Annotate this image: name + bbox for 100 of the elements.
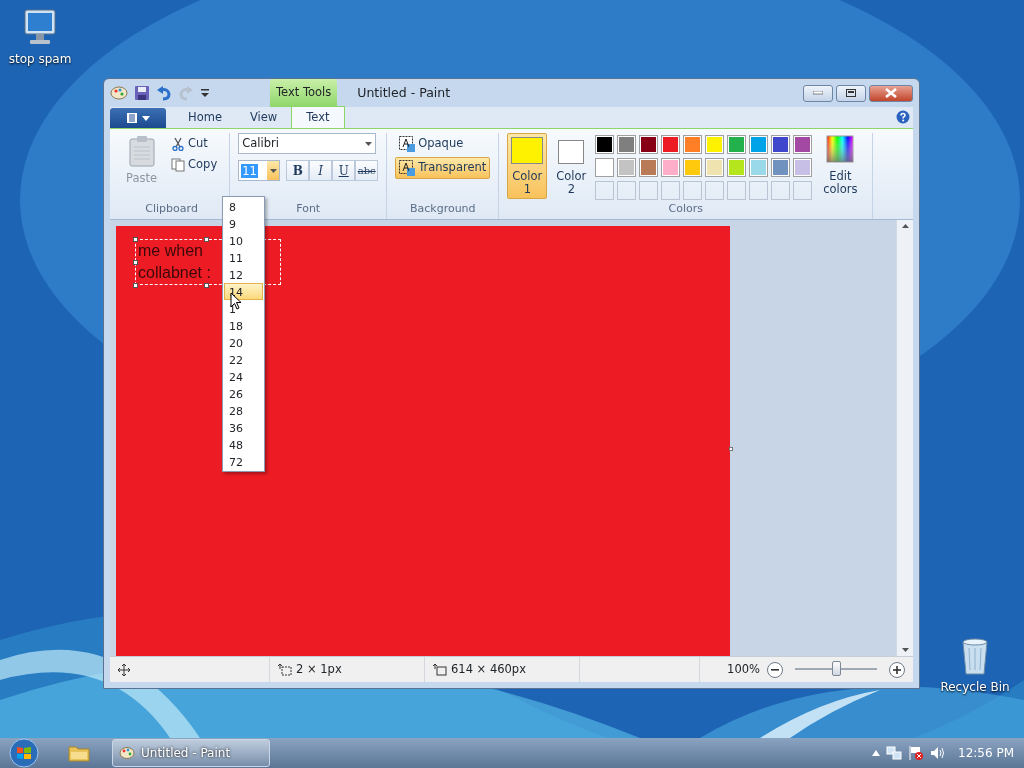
text-frame-icon bbox=[399, 159, 416, 176]
resize-handle[interactable] bbox=[133, 283, 138, 289]
font-size-option[interactable]: 72 bbox=[224, 453, 263, 470]
palette-swatch[interactable] bbox=[771, 158, 791, 178]
palette-swatch[interactable] bbox=[683, 158, 703, 178]
undo-icon[interactable] bbox=[156, 85, 172, 101]
font-size-option[interactable]: 48 bbox=[224, 436, 263, 453]
flag-icon[interactable] bbox=[908, 745, 924, 761]
palette-swatch[interactable] bbox=[771, 135, 791, 154]
scissors-icon bbox=[171, 136, 186, 151]
selection-size-icon bbox=[278, 663, 292, 676]
palette-swatch[interactable] bbox=[595, 158, 615, 178]
background-option[interactable]: Opaque bbox=[395, 133, 468, 155]
copy-button[interactable]: Copy bbox=[167, 154, 222, 176]
empty-swatch bbox=[661, 181, 681, 201]
zoom-in-button[interactable] bbox=[889, 661, 905, 678]
background-option[interactable]: Transparent bbox=[395, 157, 491, 179]
italic-button[interactable]: I bbox=[309, 160, 333, 181]
palette-swatch[interactable] bbox=[793, 158, 813, 178]
resize-handle[interactable] bbox=[729, 447, 733, 452]
bold-button[interactable]: B bbox=[286, 160, 310, 181]
save-icon[interactable] bbox=[134, 85, 150, 101]
font-size-option[interactable]: 24 bbox=[224, 368, 263, 385]
copy-icon bbox=[171, 157, 186, 172]
palette-swatch[interactable] bbox=[749, 158, 769, 178]
underline-button[interactable]: U bbox=[332, 160, 356, 181]
palette-swatch[interactable] bbox=[639, 135, 659, 154]
font-family-dropdown[interactable]: Calibri bbox=[238, 133, 377, 154]
desktop-icon-label[interactable]: Recycle Bin bbox=[940, 678, 1010, 696]
minus-icon bbox=[771, 668, 779, 671]
desktop-icon-label[interactable]: stop spam bbox=[8, 50, 72, 68]
spectrum-icon bbox=[826, 135, 855, 163]
maximize-icon bbox=[846, 89, 856, 97]
palette-swatch[interactable] bbox=[793, 135, 813, 154]
speaker-icon[interactable] bbox=[930, 745, 946, 761]
resize-handle[interactable] bbox=[133, 260, 138, 266]
palette-swatch[interactable] bbox=[617, 158, 637, 178]
group-label: Colors bbox=[668, 201, 704, 218]
edit-colors-button[interactable]: Edit colors bbox=[816, 133, 865, 202]
clipboard-icon bbox=[127, 135, 156, 167]
palette-swatch[interactable] bbox=[661, 135, 681, 154]
font-size-option[interactable]: 36 bbox=[224, 419, 263, 436]
palette-swatch[interactable] bbox=[661, 158, 681, 178]
window-title: Untitled - Paint bbox=[357, 83, 451, 102]
context-tab-label: Text Tools bbox=[270, 79, 338, 107]
empty-swatch bbox=[595, 181, 615, 201]
move-cursor-icon bbox=[118, 663, 130, 676]
maximize-button[interactable] bbox=[836, 84, 866, 102]
customize-caret-icon[interactable] bbox=[200, 88, 210, 98]
canvas-size-text: 614 × 460px bbox=[451, 661, 526, 679]
strike-button[interactable]: abc bbox=[355, 160, 379, 181]
font-size-option[interactable]: 18 bbox=[224, 317, 263, 334]
palette-swatch[interactable] bbox=[683, 135, 703, 154]
empty-swatch bbox=[639, 181, 659, 201]
resize-handle[interactable] bbox=[204, 237, 209, 243]
ribbon-tab[interactable]: Home bbox=[174, 108, 236, 128]
font-size-option[interactable]: 12 bbox=[224, 266, 263, 283]
palette-swatch[interactable] bbox=[617, 135, 637, 154]
palette-swatch[interactable] bbox=[749, 135, 769, 154]
zoom-out-button[interactable] bbox=[767, 661, 783, 678]
network-icon[interactable] bbox=[886, 745, 902, 761]
close-icon bbox=[885, 88, 897, 98]
paint-palette-icon bbox=[119, 746, 135, 760]
empty-swatch bbox=[617, 181, 637, 201]
paint-palette-icon[interactable] bbox=[110, 85, 128, 101]
show-hidden-icons-icon[interactable] bbox=[872, 750, 880, 756]
empty-swatch bbox=[793, 181, 813, 201]
scroll-down-icon bbox=[901, 648, 909, 653]
folder-icon[interactable] bbox=[68, 744, 90, 762]
palette-swatch[interactable] bbox=[727, 135, 747, 154]
font-size-option[interactable]: 28 bbox=[224, 402, 263, 419]
taskbar-button-label: Untitled - Paint bbox=[141, 745, 231, 762]
palette-swatch[interactable] bbox=[705, 158, 725, 178]
paint-menu-button[interactable] bbox=[110, 108, 166, 128]
palette-swatch[interactable] bbox=[705, 135, 725, 154]
close-button[interactable] bbox=[869, 84, 913, 102]
palette-swatch[interactable] bbox=[595, 135, 615, 154]
current-color-button[interactable]: Color 2 bbox=[551, 133, 592, 199]
font-size-option[interactable]: 22 bbox=[224, 351, 263, 368]
font-size-option[interactable]: 11 bbox=[224, 249, 263, 266]
palette-swatch[interactable] bbox=[639, 158, 659, 178]
cut-button[interactable]: Cut bbox=[167, 133, 222, 155]
font-size-option[interactable]: 20 bbox=[224, 334, 263, 351]
ribbon-tab[interactable]: Text bbox=[291, 106, 345, 128]
empty-swatch bbox=[705, 181, 725, 201]
dropdown-caret-icon bbox=[365, 141, 373, 146]
minimize-icon bbox=[813, 91, 823, 95]
font-size-option[interactable]: 26 bbox=[224, 385, 263, 402]
ribbon-tab[interactable]: View bbox=[235, 108, 292, 128]
group-label: Background bbox=[409, 201, 476, 218]
vertical-scrollbar[interactable] bbox=[896, 220, 913, 657]
font-size-option[interactable]: 8 bbox=[224, 198, 263, 215]
resize-handle[interactable] bbox=[133, 237, 138, 243]
dropdown-caret-icon bbox=[269, 168, 277, 173]
current-color-button[interactable]: Color 1 bbox=[507, 133, 548, 199]
resize-handle[interactable] bbox=[204, 283, 209, 289]
help-icon[interactable] bbox=[896, 110, 910, 124]
slider-thumb[interactable] bbox=[832, 661, 841, 677]
palette-swatch[interactable] bbox=[727, 158, 747, 178]
zoom-percent: 100% bbox=[727, 661, 760, 679]
